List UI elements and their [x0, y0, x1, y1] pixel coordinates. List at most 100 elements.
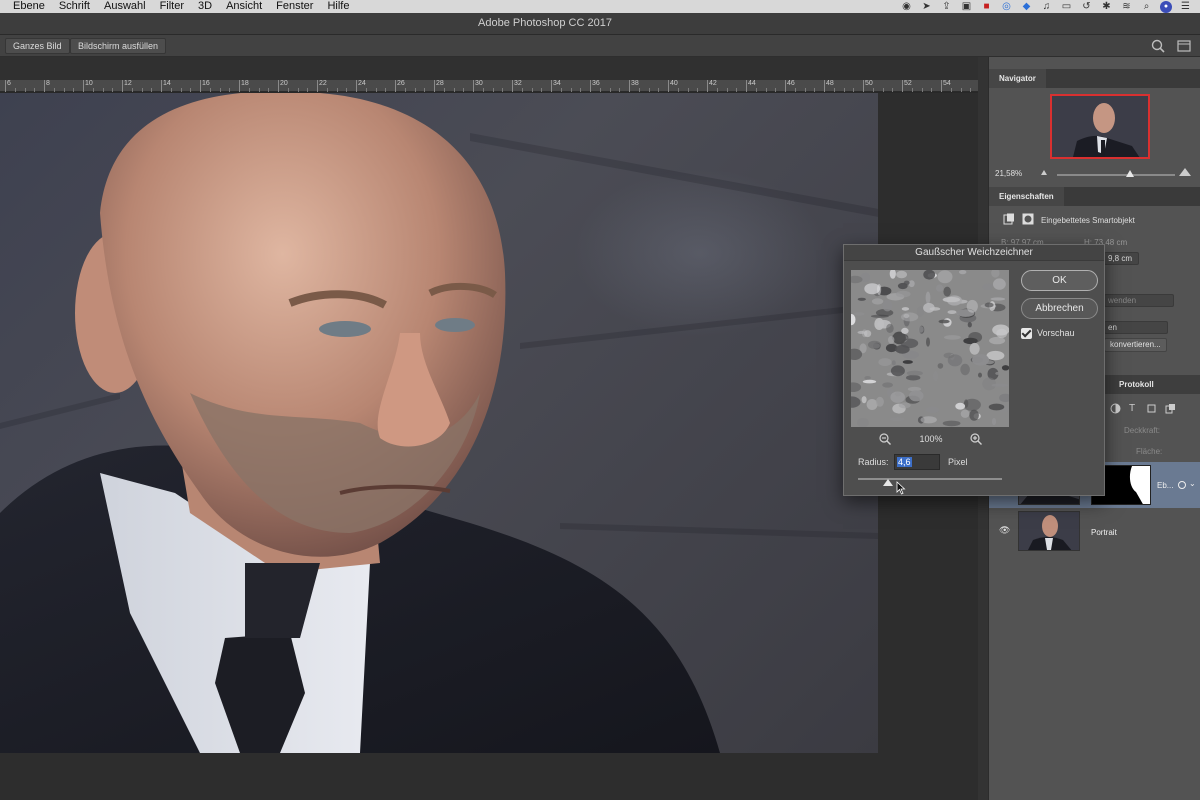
- tab-protokoll[interactable]: Protokoll: [1109, 375, 1164, 394]
- edit-contents-field[interactable]: wenden: [1104, 294, 1174, 307]
- texture-speck: [923, 302, 935, 313]
- texture-speck: [877, 284, 882, 295]
- menu-fenster[interactable]: Fenster: [269, 0, 320, 13]
- menu-ansicht[interactable]: Ansicht: [219, 0, 269, 13]
- texture-speck: [988, 403, 1005, 411]
- notification-icon[interactable]: ▣: [960, 1, 973, 12]
- ruler-minor-tick: [404, 88, 406, 92]
- ruler-minor-tick: [346, 88, 348, 92]
- texture-speck: [960, 409, 970, 418]
- tab-properties[interactable]: Eigenschaften: [989, 187, 1064, 206]
- zoom-out-icon[interactable]: [878, 432, 892, 446]
- texture-speck: [993, 278, 1006, 290]
- visibility-eye-icon[interactable]: 👁: [999, 525, 1010, 536]
- navigator-thumbnail[interactable]: [1050, 94, 1150, 159]
- red-app-icon[interactable]: ■: [980, 1, 993, 12]
- preview-checkbox[interactable]: [1021, 328, 1032, 339]
- bell-icon[interactable]: ♫: [1040, 1, 1053, 12]
- navigator-zoom-knob[interactable]: [1126, 170, 1135, 177]
- smart-filter-icon[interactable]: [1177, 480, 1187, 490]
- ruler-tick-label: 46: [785, 80, 795, 92]
- dropbox-icon[interactable]: ◆: [1020, 1, 1033, 12]
- horizontal-ruler[interactable]: 6 8 10 12 14 16 18 20 22 24 26 28 30 32 34 36 38 40 42 44 46…: [0, 80, 978, 92]
- portrait-layer-name[interactable]: Portrait: [1091, 528, 1117, 537]
- convert-button[interactable]: konvertieren...: [1104, 338, 1167, 352]
- record-icon[interactable]: ◉: [900, 1, 913, 12]
- ruler-tick-label: 52: [902, 80, 912, 92]
- ruler-minor-tick: [677, 88, 679, 92]
- menu-filter[interactable]: Filter: [153, 0, 191, 13]
- texture-speck: [937, 363, 944, 369]
- ruler-minor-tick: [375, 88, 377, 92]
- texture-speck: [871, 298, 884, 305]
- texture-speck: [969, 342, 980, 355]
- zoom-out-mountain-icon[interactable]: [1041, 170, 1047, 175]
- layer-row-portrait[interactable]: 👁 Portrait: [989, 508, 1200, 554]
- preview-checkbox-label[interactable]: Vorschau: [1037, 328, 1075, 338]
- texture-speck: [889, 417, 905, 422]
- search-icon[interactable]: [1150, 38, 1166, 54]
- zoom-in-icon[interactable]: [969, 432, 983, 446]
- navigator-zoom-slider[interactable]: [1057, 174, 1175, 176]
- smart-object-layer-name[interactable]: Eb...: [1157, 481, 1173, 490]
- bluetooth-icon[interactable]: ✱: [1100, 1, 1113, 12]
- shape-filter-icon[interactable]: [1146, 403, 1157, 414]
- height-field[interactable]: 9,8 cm: [1104, 252, 1139, 265]
- radius-slider-knob[interactable]: [883, 479, 894, 486]
- portrait-photo[interactable]: [0, 93, 878, 753]
- menu-hilfe[interactable]: Hilfe: [320, 0, 356, 13]
- radius-input[interactable]: 4,6: [894, 454, 940, 470]
- share-icon[interactable]: ⇪: [940, 1, 953, 12]
- tab-navigator[interactable]: Navigator: [989, 69, 1046, 88]
- ruler-minor-tick: [716, 88, 718, 92]
- radius-value[interactable]: 4,6: [897, 457, 912, 467]
- dialog-title[interactable]: Gaußscher Weichzeichner: [844, 245, 1104, 261]
- texture-speck: [908, 280, 915, 288]
- texture-speck: [978, 372, 982, 378]
- radius-slider-track[interactable]: [858, 478, 1002, 480]
- zoom-in-mountain-icon[interactable]: [1179, 168, 1191, 176]
- object-type-label: Eingebettetes Smartobjekt: [1041, 216, 1135, 225]
- texture-speck: [917, 326, 924, 333]
- spotlight-icon[interactable]: ⌕: [1140, 1, 1153, 12]
- menu-ebene[interactable]: Ebene: [0, 0, 52, 13]
- cancel-button[interactable]: Abbrechen: [1021, 298, 1098, 319]
- ruler-minor-tick: [326, 88, 328, 92]
- smart-object-filter-icon[interactable]: [1165, 403, 1176, 414]
- texture-speck: [926, 337, 930, 347]
- menu-schrift[interactable]: Schrift: [52, 0, 97, 13]
- layer-comp-field[interactable]: en: [1104, 321, 1168, 334]
- ruler-tick-label: 44: [746, 80, 756, 92]
- texture-speck: [916, 306, 925, 317]
- blur-preview[interactable]: [851, 270, 1009, 427]
- texture-speck: [866, 399, 878, 410]
- ok-button[interactable]: OK: [1021, 270, 1098, 291]
- user-avatar-icon[interactable]: ●: [1160, 0, 1172, 13]
- mask-icon[interactable]: [1022, 213, 1034, 225]
- texture-speck: [864, 376, 871, 380]
- airplay-icon[interactable]: ▭: [1060, 1, 1073, 12]
- ruler-tick-label: 26: [395, 80, 405, 92]
- chevron-down-icon[interactable]: ⌄: [1189, 479, 1196, 488]
- navigator-zoom-value[interactable]: 21,58%: [995, 169, 1022, 178]
- type-filter-icon[interactable]: T: [1129, 403, 1135, 414]
- ruler-minor-tick: [297, 88, 299, 92]
- texture-speck: [944, 335, 961, 340]
- arrow-icon[interactable]: ➤: [920, 1, 933, 12]
- time-machine-icon[interactable]: ↺: [1080, 1, 1093, 12]
- fit-screen-button[interactable]: Ganzes Bild: [5, 38, 70, 54]
- image-region[interactable]: [0, 93, 978, 800]
- menu-auswahl[interactable]: Auswahl: [97, 0, 153, 13]
- portrait-thumbnail-image: [1019, 512, 1079, 550]
- texture-speck: [901, 307, 910, 311]
- ruler-tick-label: 8: [44, 80, 50, 92]
- menu-icon[interactable]: ☰: [1179, 1, 1192, 12]
- workspace-icon[interactable]: [1176, 38, 1192, 54]
- fill-screen-button[interactable]: Bildschirm ausfüllen: [70, 38, 167, 54]
- quicksilver-icon[interactable]: ◎: [1000, 1, 1013, 12]
- menu-3d[interactable]: 3D: [191, 0, 219, 13]
- menu-bar: Ebene Schrift Auswahl Filter 3D Ansicht …: [0, 0, 1200, 13]
- wifi-icon[interactable]: ≋: [1120, 1, 1133, 12]
- adjustment-filter-icon[interactable]: [1110, 403, 1121, 414]
- navigator-preview: [1052, 96, 1148, 157]
